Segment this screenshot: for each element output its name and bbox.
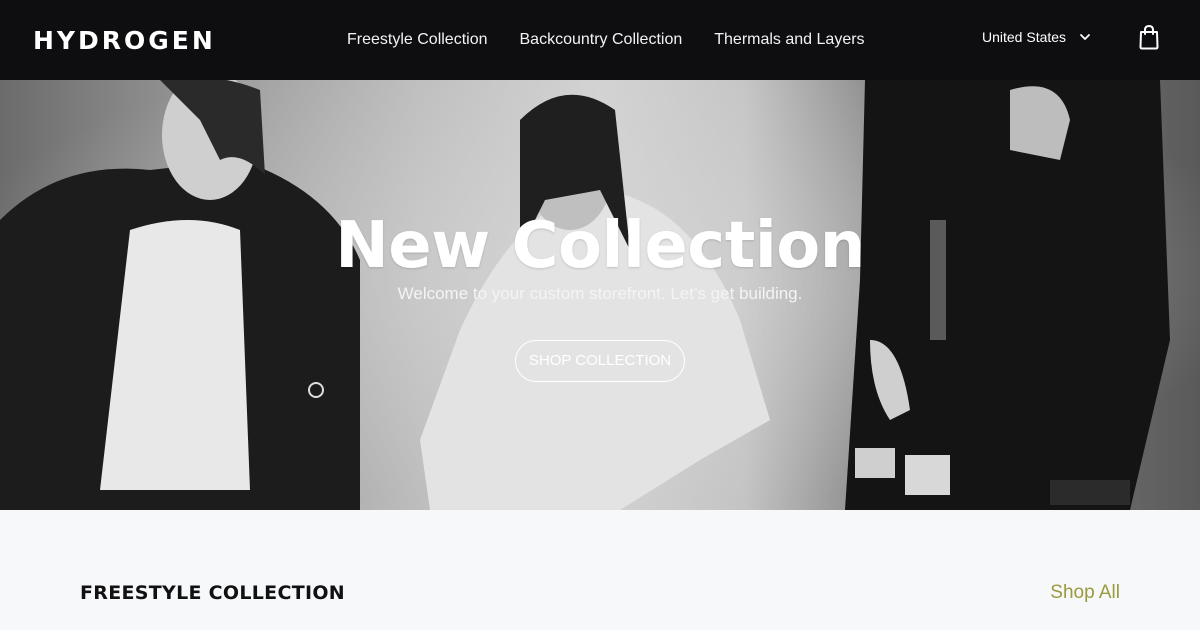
hero-banner: New Collection Welcome to your custom st…	[0, 80, 1200, 510]
nav-link-thermals-and-layers[interactable]: Thermals and Layers	[714, 30, 864, 50]
brand-logo[interactable]: HYDROGEN	[33, 26, 216, 56]
shop-collection-button[interactable]: SHOP COLLECTION	[515, 340, 685, 382]
section-title: FREESTYLE COLLECTION	[80, 582, 345, 604]
main-nav: Freestyle Collection Backcountry Collect…	[347, 30, 865, 50]
hero-subtitle: Welcome to your custom storefront. Let’s…	[397, 284, 803, 303]
nav-link-freestyle-collection[interactable]: Freestyle Collection	[347, 30, 488, 50]
shop-all-link[interactable]: Shop All	[1050, 581, 1120, 605]
shopping-bag-icon[interactable]	[1138, 24, 1160, 50]
country-selector[interactable]: United States	[982, 28, 1092, 46]
chevron-down-icon	[1080, 34, 1090, 40]
hero-title: New Collection	[335, 209, 865, 283]
site-header: HYDROGEN Freestyle Collection Backcountr…	[0, 0, 1200, 80]
country-selector-label: United States	[982, 29, 1067, 45]
nav-link-backcountry-collection[interactable]: Backcountry Collection	[520, 30, 683, 50]
